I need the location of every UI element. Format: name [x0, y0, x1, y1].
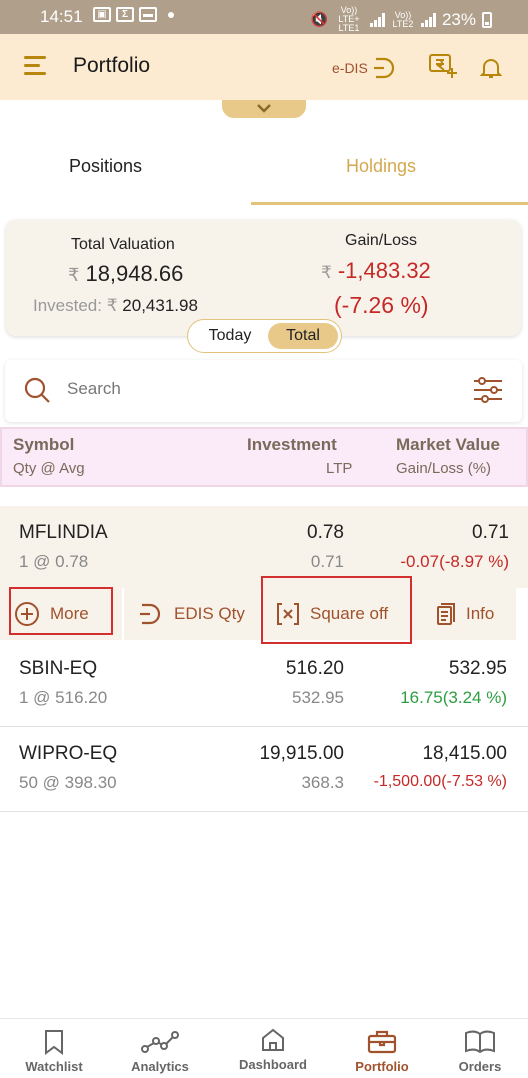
status-notification-icons: ▣ Σ ▬ [93, 7, 174, 22]
holdings-column-header: Symbol Qty @ Avg Investment LTP Market V… [0, 427, 528, 487]
table-row[interactable]: WIPRO-EQ 50 @ 398.30 19,915.00 368.3 18,… [0, 727, 528, 811]
holding-qty-avg: 50 @ 398.30 [19, 773, 117, 792]
table-row[interactable]: SBIN-EQ 1 @ 516.20 516.20 532.95 532.95 … [0, 642, 528, 726]
invested-amount: Invested: ₹ 20,431.98 [33, 296, 198, 315]
holding-market-value: 532.95 [448, 658, 507, 679]
book-icon [465, 1030, 495, 1054]
gain-loss-percent: (-7.26 %) [334, 292, 429, 318]
row-divider [0, 811, 528, 812]
info-button[interactable]: Info [412, 588, 516, 640]
signal-icon [420, 12, 436, 27]
app-bar: Portfolio e-DIS [0, 34, 528, 100]
sigma-icon: Σ [116, 7, 134, 22]
highlight-box [261, 576, 412, 644]
battery-icon [482, 11, 492, 28]
search-input[interactable]: Search [67, 379, 121, 399]
nav-portfolio[interactable]: Portfolio [332, 1029, 432, 1074]
bottom-navigation: Watchlist Analytics Dashboard Portfolio … [0, 1018, 528, 1078]
add-funds-icon[interactable] [428, 52, 458, 80]
holding-ltp: 532.95 [292, 688, 344, 707]
nav-watchlist[interactable]: Watchlist [4, 1029, 104, 1074]
holding-symbol: WIPRO-EQ [19, 743, 118, 764]
more-notifications-icon [168, 11, 174, 18]
toggle-today[interactable]: Today [194, 323, 266, 349]
home-icon [262, 1028, 284, 1051]
nav-orders[interactable]: Orders [430, 1029, 528, 1074]
gallery-icon: ▣ [93, 7, 111, 22]
holding-gain-loss: 16.75(3.24 %) [400, 688, 507, 707]
edis-label: e-DIS [332, 60, 368, 76]
holding-qty-avg: 1 @ 516.20 [19, 688, 108, 707]
toggle-total[interactable]: Total [268, 323, 338, 349]
chevron-down-icon [257, 104, 271, 113]
battery-percent: 23% [441, 9, 476, 29]
rupee-icon: ₹ [321, 263, 332, 282]
filter-icon[interactable] [472, 374, 504, 406]
holding-investment: 19,915.00 [259, 743, 344, 764]
tab-positions[interactable]: Positions [69, 156, 142, 177]
gain-loss-value: ₹ -1,483.32 [321, 258, 431, 283]
column-symbol[interactable]: Symbol [13, 435, 74, 455]
rupee-icon: ₹ [68, 265, 80, 285]
edis-icon [373, 57, 394, 79]
column-ltp: LTP [326, 460, 353, 477]
page-title: Portfolio [73, 54, 151, 77]
network-sim1: Vo)) LTE+ LTE1 [338, 5, 360, 33]
column-investment[interactable]: Investment [247, 435, 337, 455]
row-actions: More EDIS Qty Square off Info [0, 576, 528, 644]
total-valuation-value: ₹18,948.66 [68, 261, 184, 286]
highlight-box [9, 587, 113, 635]
bookmark-icon [45, 1030, 63, 1055]
holding-qty-avg: 1 @ 0.78 [19, 552, 89, 571]
gain-loss-label: Gain/Loss [345, 232, 418, 249]
holding-symbol: SBIN-EQ [19, 658, 98, 679]
collapse-toggle[interactable] [222, 100, 306, 118]
status-right: 🔇 Vo)) LTE+ LTE1 Vo)) LTE2 23% [311, 6, 492, 33]
document-icon [437, 603, 455, 625]
edis-button[interactable]: e-DIS [332, 56, 398, 80]
column-market-value[interactable]: Market Value [396, 435, 500, 455]
holding-market-value: 18,415.00 [422, 743, 507, 764]
menu-icon[interactable] [24, 56, 46, 76]
message-icon: ▬ [139, 7, 157, 22]
edis-qty-button[interactable]: EDIS Qty [124, 588, 260, 640]
column-gain-loss: Gain/Loss (%) [396, 460, 492, 477]
search-bar[interactable]: Search [5, 360, 522, 422]
briefcase-icon [367, 1030, 397, 1054]
holding-gain-loss: -1,500.00(-7.53 %) [373, 773, 507, 790]
holding-market-value: 0.71 [472, 522, 509, 543]
portfolio-tabs: Positions Holdings [0, 128, 528, 205]
today-total-toggle: Today Total [187, 319, 342, 353]
analytics-icon [141, 1031, 179, 1053]
mute-icon: 🔇 [310, 11, 328, 27]
status-time: 14:51 [40, 7, 83, 26]
network-sim2: Vo)) LTE2 [392, 9, 414, 29]
column-qty-avg: Qty @ Avg [13, 460, 85, 477]
edis-icon [140, 603, 161, 625]
holding-investment: 516.20 [285, 658, 344, 679]
nav-dashboard[interactable]: Dashboard [223, 1027, 323, 1072]
nav-analytics[interactable]: Analytics [110, 1029, 210, 1074]
tab-holdings[interactable]: Holdings [346, 156, 416, 177]
signal-icon [369, 12, 385, 27]
status-bar: 14:51 ▣ Σ ▬ 🔇 Vo)) LTE+ LTE1 Vo)) LTE2 2… [0, 0, 528, 34]
holding-gain-loss: -0.07(-8.97 %) [400, 552, 509, 571]
rupee-icon: ₹ [106, 296, 118, 315]
search-icon [24, 377, 50, 403]
holding-ltp: 368.3 [301, 773, 344, 792]
bell-icon[interactable] [480, 56, 502, 80]
holding-ltp: 0.71 [310, 552, 344, 571]
active-tab-indicator [251, 202, 528, 205]
total-valuation-label: Total Valuation [71, 236, 175, 253]
holding-symbol: MFLINDIA [19, 522, 108, 543]
holding-investment: 0.78 [307, 522, 344, 543]
